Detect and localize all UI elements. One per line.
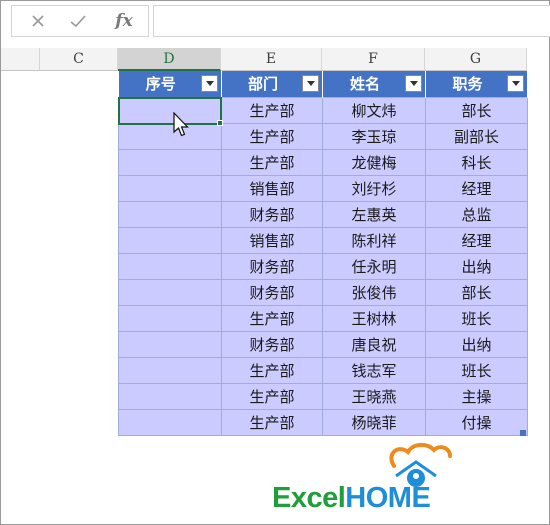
formula-input[interactable] xyxy=(153,5,550,37)
name-cell[interactable]: 钱志军 xyxy=(322,356,426,384)
name-cell[interactable]: 张俊伟 xyxy=(322,278,426,306)
name-cell[interactable]: 任永明 xyxy=(322,252,426,280)
dept-cell[interactable]: 财务部 xyxy=(221,278,323,306)
mouse-cursor-icon xyxy=(173,112,189,137)
name-cell[interactable]: 左惠英 xyxy=(322,200,426,228)
name-cell[interactable]: 王晓燕 xyxy=(322,382,426,410)
enter-icon[interactable] xyxy=(58,6,98,36)
dept-cell[interactable]: 生产部 xyxy=(221,382,323,410)
table-header-row: 序号 部门 姓名 职务 xyxy=(118,71,528,97)
title-cell[interactable]: 部长 xyxy=(425,278,528,306)
name-cell[interactable]: 陈利祥 xyxy=(322,226,426,254)
seq-cell[interactable] xyxy=(118,122,222,150)
name-cell[interactable]: 刘纡杉 xyxy=(322,174,426,202)
dept-cell[interactable]: 生产部 xyxy=(221,356,323,384)
filter-dropdown-icon[interactable] xyxy=(507,75,524,92)
seq-cell[interactable] xyxy=(118,382,222,410)
title-cell[interactable]: 付操 xyxy=(425,408,528,436)
seq-cell[interactable] xyxy=(118,278,222,306)
seq-cell[interactable] xyxy=(118,408,222,436)
title-cell[interactable]: 班长 xyxy=(425,304,528,332)
dept-cell[interactable]: 财务部 xyxy=(221,330,323,358)
column-header-stub[interactable] xyxy=(1,48,40,71)
title-cell[interactable]: 副部长 xyxy=(425,122,528,150)
table-body: 生产部 柳文炜 部长 生产部 李玉琼 副部长 生产部 龙健梅 科长 销售部 刘纡杉 经理 财务部 左惠英总… xyxy=(118,96,528,436)
fill-handle[interactable] xyxy=(217,120,223,126)
dept-cell[interactable]: 生产部 xyxy=(221,408,323,436)
table-row: 财务部 唐良祝 出纳 xyxy=(118,330,528,358)
title-cell[interactable]: 主操 xyxy=(425,382,528,410)
seq-cell[interactable] xyxy=(118,356,222,384)
title-cell[interactable]: 经理 xyxy=(425,226,528,254)
table-row: 生产部 王晓燕 主操 xyxy=(118,382,528,410)
header-cell-title[interactable]: 职务 xyxy=(425,71,528,97)
formula-buttons: fx xyxy=(11,5,149,37)
filter-dropdown-icon[interactable] xyxy=(302,75,319,92)
title-cell[interactable]: 班长 xyxy=(425,356,528,384)
table-row: 财务部 任永明 出纳 xyxy=(118,252,528,280)
name-cell[interactable]: 李玉琼 xyxy=(322,122,426,150)
excelhome-logo: ExcelHOME xyxy=(272,440,492,520)
name-cell[interactable]: 杨晓菲 xyxy=(322,408,426,436)
filter-dropdown-icon[interactable] xyxy=(405,75,422,92)
formula-bar: fx xyxy=(1,1,550,39)
name-cell[interactable]: 唐良祝 xyxy=(322,330,426,358)
title-cell[interactable]: 科长 xyxy=(425,148,528,176)
seq-cell[interactable] xyxy=(118,304,222,332)
insert-function-button[interactable]: fx xyxy=(104,6,144,36)
filter-dropdown-icon[interactable] xyxy=(201,75,218,92)
title-cell[interactable]: 经理 xyxy=(425,174,528,202)
header-cell-dept[interactable]: 部门 xyxy=(221,71,323,97)
dept-cell[interactable]: 生产部 xyxy=(221,122,323,150)
table-row: 销售部 刘纡杉 经理 xyxy=(118,174,528,202)
seq-cell[interactable] xyxy=(118,148,222,176)
column-header-e[interactable]: E xyxy=(221,48,322,71)
column-header-f[interactable]: F xyxy=(322,48,425,71)
dept-cell[interactable]: 生产部 xyxy=(221,304,323,332)
column-header-g[interactable]: G xyxy=(425,48,527,71)
title-cell[interactable]: 出纳 xyxy=(425,252,528,280)
dept-cell[interactable]: 生产部 xyxy=(221,96,323,124)
dept-cell[interactable]: 财务部 xyxy=(221,200,323,228)
header-cell-seq[interactable]: 序号 xyxy=(118,71,222,97)
table-row: 销售部 陈利祥 经理 xyxy=(118,226,528,254)
table-row: 生产部 钱志军 班长 xyxy=(118,356,528,384)
seq-cell[interactable] xyxy=(118,200,222,228)
title-cell[interactable]: 部长 xyxy=(425,96,528,124)
title-cell[interactable]: 出纳 xyxy=(425,330,528,358)
dept-cell[interactable]: 生产部 xyxy=(221,148,323,176)
table-resize-handle[interactable] xyxy=(520,430,526,436)
title-cell[interactable]: 总监 xyxy=(425,200,528,228)
seq-cell[interactable] xyxy=(118,226,222,254)
cancel-icon[interactable] xyxy=(18,6,58,36)
dept-cell[interactable]: 销售部 xyxy=(221,226,323,254)
name-cell[interactable]: 柳文炜 xyxy=(322,96,426,124)
column-header-d[interactable]: D xyxy=(118,48,221,71)
table-row: 生产部 龙健梅 科长 xyxy=(118,148,528,176)
seq-cell[interactable] xyxy=(118,330,222,358)
table-row: 生产部 杨晓菲 付操 xyxy=(118,408,528,436)
header-cell-name[interactable]: 姓名 xyxy=(322,71,426,97)
column-header-c[interactable]: C xyxy=(40,48,118,71)
name-cell[interactable]: 王树林 xyxy=(322,304,426,332)
table-row: 财务部 左惠英 总监 xyxy=(118,200,528,228)
table-row: 财务部 张俊伟 部长 xyxy=(118,278,528,306)
name-cell[interactable]: 龙健梅 xyxy=(322,148,426,176)
table-row: 生产部 王树林 班长 xyxy=(118,304,528,332)
logo-wordmark: ExcelHOME xyxy=(272,482,431,514)
seq-cell[interactable] xyxy=(118,252,222,280)
dept-cell[interactable]: 销售部 xyxy=(221,174,323,202)
dept-cell[interactable]: 财务部 xyxy=(221,252,323,280)
seq-cell[interactable] xyxy=(118,174,222,202)
active-cell[interactable] xyxy=(118,97,222,125)
